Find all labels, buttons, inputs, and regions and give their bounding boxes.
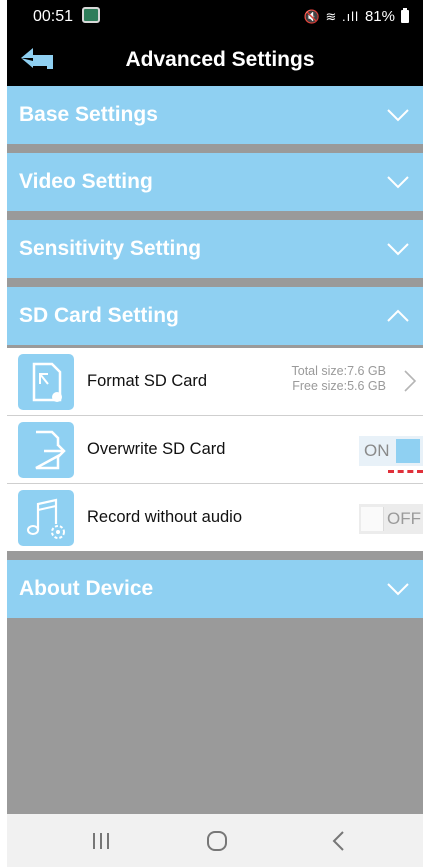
recent-apps-button[interactable]	[81, 826, 121, 856]
record-without-audio-row: Record without audio OFF	[7, 484, 423, 551]
section-label: About Device	[19, 577, 154, 600]
status-indicators: 🔇 ≋ .ıll 81%	[304, 8, 409, 25]
chevron-down-icon	[387, 243, 409, 256]
section-label: SD Card Setting	[19, 304, 179, 327]
chevron-down-icon	[387, 176, 409, 189]
format-sd-card-label: Format SD Card	[87, 372, 208, 390]
status-bar: 00:51 🔇 ≋ .ıll 81%	[7, 0, 423, 34]
section-label: Base Settings	[19, 103, 158, 126]
sd-card-size-info: Total size:7.6 GB Free size:5.6 GB	[292, 364, 387, 394]
system-navigation-bar	[7, 814, 423, 867]
back-chevron-icon	[332, 831, 344, 851]
section-label: Sensitivity Setting	[19, 237, 202, 260]
clock: 00:51	[33, 8, 74, 25]
sd-card-format-icon	[18, 354, 74, 410]
section-video-setting[interactable]: Video Setting	[7, 153, 423, 211]
chevron-right-icon	[404, 370, 417, 392]
overwrite-sd-card-row: Overwrite SD Card ON	[7, 416, 423, 483]
section-about-device[interactable]: About Device	[7, 560, 423, 618]
divider	[7, 144, 423, 153]
record-audio-toggle[interactable]: OFF	[359, 504, 423, 534]
total-size: Total size:7.6 GB	[291, 364, 387, 378]
back-nav-button[interactable]	[319, 826, 359, 856]
battery-percent: 81%	[364, 8, 395, 25]
free-size: Free size:5.6 GB	[292, 379, 386, 393]
divider	[7, 211, 423, 220]
app-notification-icon	[82, 7, 100, 23]
divider	[7, 551, 423, 560]
format-sd-card-row[interactable]: Format SD Card Total size:7.6 GB Free si…	[7, 348, 423, 415]
home-button[interactable]	[197, 826, 237, 856]
signal-icons: 🔇 ≋ .ıll	[303, 8, 359, 24]
overwrite-toggle[interactable]: ON	[359, 436, 423, 473]
section-sd-card-setting[interactable]: SD Card Setting	[7, 287, 423, 345]
divider	[7, 278, 423, 287]
toggle-knob	[396, 439, 420, 463]
section-sensitivity-setting[interactable]: Sensitivity Setting	[7, 220, 423, 278]
page-title: Advanced Settings	[125, 48, 315, 71]
chevron-down-icon	[387, 109, 409, 122]
record-without-audio-label: Record without audio	[87, 508, 243, 526]
music-settings-icon	[18, 490, 74, 546]
overwrite-sd-card-label: Overwrite SD Card	[87, 440, 226, 458]
home-icon	[207, 831, 227, 851]
toggle-on-label: ON	[364, 441, 390, 460]
toggle-knob	[361, 507, 384, 531]
focus-indicator	[388, 470, 423, 473]
toggle-off-label: OFF	[387, 509, 421, 528]
app-header: Advanced Settings	[7, 34, 423, 86]
section-base-settings[interactable]: Base Settings	[7, 86, 423, 144]
recent-apps-icon	[93, 833, 109, 849]
section-label: Video Setting	[19, 170, 153, 193]
chevron-up-icon	[387, 309, 409, 322]
battery-icon	[401, 8, 409, 23]
sd-card-overwrite-icon	[18, 422, 74, 478]
app-frame: 00:51 🔇 ≋ .ıll 81% Advanced Settings Bas…	[7, 0, 423, 867]
chevron-down-icon	[387, 583, 409, 596]
